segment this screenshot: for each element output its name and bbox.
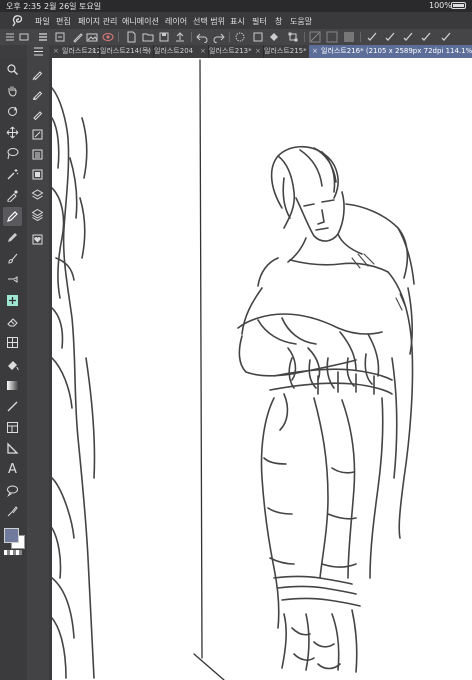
undo-icon[interactable] [196,31,208,43]
layer-move-icon[interactable] [3,333,22,352]
brush-icon[interactable] [3,249,22,268]
new-file-icon[interactable] [125,31,137,43]
snap-grid-icon[interactable] [343,31,355,43]
ruler-icon[interactable] [3,439,22,458]
menu-window[interactable]: 창 [275,16,282,27]
menu-selection[interactable]: 선택 범위 [193,16,225,27]
drawing-canvas[interactable] [52,58,472,680]
airbrush-icon[interactable] [3,270,22,289]
edit-tool-icon[interactable] [72,31,84,43]
sub-pen-g-icon[interactable] [28,65,47,84]
balloon-icon[interactable] [3,481,22,500]
main-color-swatch[interactable] [4,528,19,543]
tool-palette: A [0,58,27,680]
frame-icon[interactable] [3,418,22,437]
sub-layers-icon[interactable] [28,185,47,204]
check-brush-icon[interactable] [384,31,396,43]
sub-pen-soft-icon[interactable] [28,145,47,164]
sub-marker-icon[interactable] [28,165,47,184]
sub-tool-palette [27,45,49,680]
menu-animation[interactable]: 애니메이션 [122,16,159,27]
correction-icon[interactable] [3,502,22,521]
hand-icon[interactable] [3,81,22,100]
blend-icon[interactable] [3,291,22,310]
menu-bar: 파일 편집 페이지 관리 애니메이션 레이어 선택 범위 표시 필터 창 도움말 [0,12,472,29]
menu-file[interactable]: 파일 [35,16,50,27]
status-date: 2월 26일 토요일 [44,2,102,11]
zoom-icon[interactable] [3,60,22,79]
check-fill-icon[interactable] [440,31,452,43]
sub-pen-turnip-icon[interactable] [28,105,47,124]
eraser-icon[interactable] [3,312,22,331]
palette-icon[interactable] [18,31,30,43]
clear-icon[interactable] [252,31,264,43]
rotate-icon[interactable] [3,102,22,121]
menu-help[interactable]: 도움말 [290,16,312,27]
transparent-color-swatch[interactable] [4,550,22,555]
menu-page-manage[interactable]: 페이지 관리 [78,16,117,27]
fill-selection-icon[interactable] [268,31,280,43]
move-icon[interactable] [3,123,22,142]
menu-edit[interactable]: 편집 [56,16,71,27]
sub-favorite-icon[interactable] [28,230,47,249]
menu-layer[interactable]: 레이어 [165,16,187,27]
menu-view[interactable]: 표시 [230,16,245,27]
gradient-icon[interactable] [3,376,22,395]
snap-off-icon[interactable] [309,31,321,43]
record-icon[interactable] [102,31,114,43]
battery-icon [451,2,466,9]
line-icon[interactable] [3,397,22,416]
battery-level: 100% [429,1,452,10]
check-marker-icon[interactable] [402,31,414,43]
export-icon[interactable] [174,31,186,43]
quick-access-icon[interactable] [54,31,66,43]
tab-document-216[interactable]: × 일러스트216* (2105 x 2589px 72dpi 114.1%) [309,45,472,58]
fill-icon[interactable] [3,356,22,375]
sub-tool-menu-icon[interactable] [28,44,48,58]
pencil-icon[interactable] [3,228,22,247]
magic-wand-icon[interactable] [3,165,22,184]
sub-pen-mapping-icon[interactable] [28,85,47,104]
text-icon[interactable]: A [3,460,22,479]
check-pen-icon[interactable] [366,31,378,43]
eyedropper-icon[interactable] [3,186,22,205]
open-folder-icon[interactable] [142,31,154,43]
pen-icon[interactable] [3,207,22,226]
menu-filter[interactable]: 필터 [252,16,267,27]
sub-pen-real-g-icon[interactable] [28,125,47,144]
sub-layers-stack-icon[interactable] [28,205,47,224]
save-icon[interactable] [158,31,170,43]
app-logo-icon[interactable] [11,14,25,27]
transform-icon[interactable] [287,31,299,43]
lasso-icon[interactable] [3,144,22,163]
document-tabs: ×일러스트212(목) ×일러스트214(목) ×일러스트204 ×일러스트21… [0,45,472,58]
menu-icon[interactable] [37,31,49,43]
status-time: 오후 2:35 [6,2,42,11]
image-icon[interactable] [86,31,98,43]
sketch-artwork [52,59,415,680]
selection-launcher-icon[interactable] [234,31,246,43]
check-eraser-icon[interactable] [420,31,432,43]
settings-icon[interactable] [4,31,16,43]
redo-icon[interactable] [213,31,225,43]
command-bar [0,29,472,45]
status-bar: 오후 2:35 2월 26일 토요일 100% [0,0,472,12]
snap-ruler-icon[interactable] [326,31,338,43]
